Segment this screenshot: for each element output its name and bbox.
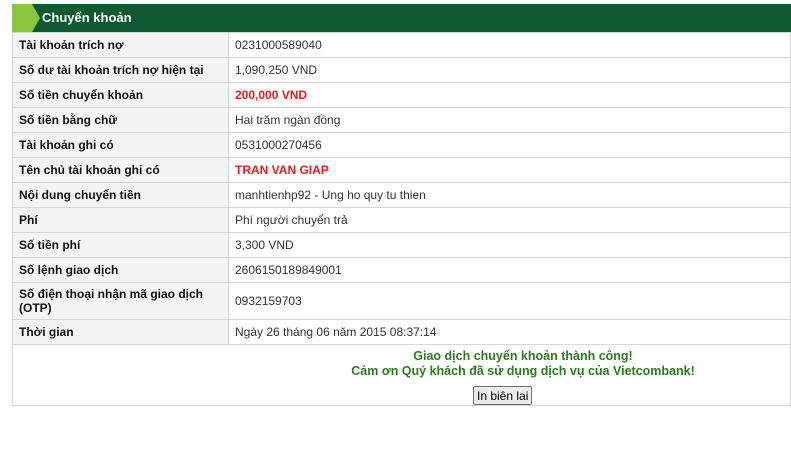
row-value-transfer-content: manhtienhp92 - Ung ho quy tu thien <box>228 182 791 208</box>
row-label-time: Thời gian <box>12 319 229 345</box>
table-row: Số tiền bằng chữ Hai trăm ngàn đồng <box>12 107 791 133</box>
row-label-beneficiary-name: Tên chủ tài khoản ghi có <box>12 157 229 183</box>
row-value-transaction-number: 2606150189849001 <box>228 257 791 283</box>
row-label-otp-phone: Số điện thoại nhận mã giao dịch (OTP) <box>12 282 229 320</box>
transfer-details-table: Tài khoản trích nợ 0231000589040 Số dư t… <box>12 32 791 345</box>
table-row: Số điện thoại nhận mã giao dịch (OTP) 09… <box>12 282 791 320</box>
row-value-fee-amount: 3,300 VND <box>228 232 791 258</box>
row-label-transfer-content: Nội dung chuyển tiền <box>12 182 229 208</box>
table-row: Số dư tài khoản trích nợ hiện tại 1,090,… <box>12 57 791 83</box>
row-value-debit-account: 0231000589040 <box>228 32 791 58</box>
table-row: Phí Phí người chuyển trả <box>12 207 791 233</box>
row-label-fee-amount: Số tiền phí <box>12 232 229 258</box>
transfer-panel: Chuyển khoản Tài khoản trích nợ 02310005… <box>12 4 791 406</box>
header-accent-tab <box>12 4 40 32</box>
table-row: Số tiền phí 3,300 VND <box>12 232 791 258</box>
row-label-fee: Phí <box>12 207 229 233</box>
row-value-time: Ngày 26 tháng 06 năm 2015 08:37:14 <box>228 319 791 345</box>
row-label-amount-in-words: Số tiền bằng chữ <box>12 107 229 133</box>
row-value-transfer-amount: 200,000 VND <box>228 82 791 108</box>
print-receipt-button[interactable]: In biên lai <box>473 386 533 405</box>
table-row: Số lệnh giao dịch 2606150189849001 <box>12 257 791 283</box>
row-value-credit-account: 0531000270456 <box>228 132 791 158</box>
table-row: Thời gian Ngày 26 tháng 06 năm 2015 08:3… <box>12 319 791 345</box>
panel-header: Chuyển khoản <box>12 4 791 32</box>
success-message: Giao dịch chuyển khoản thành công! <box>413 349 633 363</box>
panel-title: Chuyển khoản <box>42 10 132 25</box>
row-label-current-balance: Số dư tài khoản trích nợ hiện tại <box>12 57 229 83</box>
row-value-current-balance: 1,090,250 VND <box>228 57 791 83</box>
row-label-transaction-number: Số lệnh giao dịch <box>12 257 229 283</box>
result-footer: Giao dịch chuyển khoản thành công! Cảm ơ… <box>12 345 791 406</box>
row-label-transfer-amount: Số tiền chuyển khoản <box>12 82 229 108</box>
row-value-otp-phone: 0932159703 <box>228 282 791 320</box>
row-value-amount-in-words: Hai trăm ngàn đồng <box>228 107 791 133</box>
row-value-fee: Phí người chuyển trả <box>228 207 791 233</box>
table-row: Số tiền chuyển khoản 200,000 VND <box>12 82 791 108</box>
table-row: Tài khoản ghi có 0531000270456 <box>12 132 791 158</box>
table-row: Nội dung chuyển tiền manhtienhp92 - Ung … <box>12 182 791 208</box>
row-value-beneficiary-name: TRAN VAN GIAP <box>228 157 791 183</box>
table-row: Tên chủ tài khoản ghi có TRAN VAN GIAP <box>12 157 791 183</box>
thanks-message: Cảm ơn Quý khách đã sử dụng dịch vụ của … <box>351 364 695 378</box>
row-label-debit-account: Tài khoản trích nợ <box>12 32 229 58</box>
row-label-credit-account: Tài khoản ghi có <box>12 132 229 158</box>
table-row: Tài khoản trích nợ 0231000589040 <box>12 32 791 58</box>
